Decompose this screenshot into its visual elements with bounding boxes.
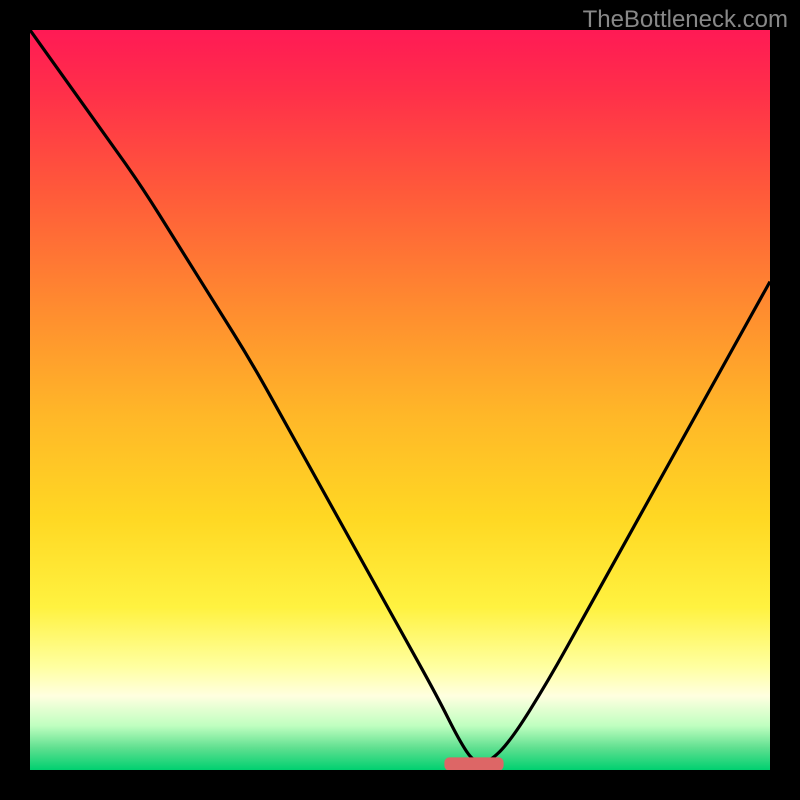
bottleneck-curve xyxy=(30,30,770,763)
watermark-text: TheBottleneck.com xyxy=(583,6,788,34)
chart-svg xyxy=(30,30,770,770)
plot-area xyxy=(30,30,770,770)
optimum-marker xyxy=(444,757,503,770)
